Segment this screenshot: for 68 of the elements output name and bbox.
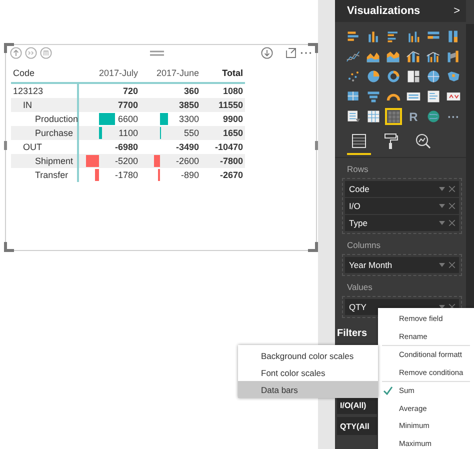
row-header: Transfer bbox=[35, 170, 68, 180]
table-cell: 720 bbox=[122, 86, 138, 96]
data-bar bbox=[99, 127, 102, 139]
table-cell: 3300 bbox=[178, 114, 199, 124]
table-cell: 1650 bbox=[222, 128, 243, 138]
data-bar bbox=[154, 155, 160, 167]
visual-type-button[interactable]: R bbox=[405, 108, 422, 125]
table-cell: 11550 bbox=[218, 100, 243, 110]
table-cell: 360 bbox=[184, 86, 199, 96]
column-header[interactable]: Code bbox=[11, 64, 79, 82]
row-header: OUT bbox=[23, 142, 42, 152]
column-header[interactable]: 2017-July bbox=[79, 64, 140, 82]
row-header: Shipment bbox=[35, 156, 74, 166]
resize-handle[interactable] bbox=[4, 242, 14, 252]
section-label: Values bbox=[346, 281, 374, 294]
menu-item[interactable]: Background color scales bbox=[238, 347, 378, 364]
data-bar bbox=[86, 155, 99, 167]
table-cell: -3490 bbox=[176, 142, 199, 152]
section-label: Rows bbox=[346, 163, 370, 176]
field-label: QTY bbox=[349, 302, 368, 312]
field-label: Year Month bbox=[349, 260, 394, 270]
table-cell: 3850 bbox=[178, 100, 199, 110]
download-icon[interactable] bbox=[261, 47, 273, 59]
table-cell: 9900 bbox=[222, 114, 243, 124]
table-cell: -1780 bbox=[114, 170, 138, 180]
resize-handle[interactable] bbox=[315, 141, 318, 150]
drill-up-icon[interactable] bbox=[10, 47, 22, 59]
table-cell: 1080 bbox=[222, 86, 243, 96]
table-cell: -7800 bbox=[220, 156, 243, 166]
resize-handle[interactable] bbox=[4, 141, 7, 150]
table-cell: -2600 bbox=[176, 156, 199, 166]
row-header: Purchase bbox=[35, 128, 74, 138]
analytics-icon bbox=[415, 133, 431, 149]
resize-handle[interactable] bbox=[4, 43, 14, 53]
row-header: IN bbox=[23, 100, 32, 110]
table-cell: 1100 bbox=[118, 128, 138, 138]
collapse-button[interactable]: > bbox=[454, 5, 460, 17]
column-header[interactable]: 2017-June bbox=[140, 64, 201, 82]
fields-icon bbox=[351, 133, 367, 149]
row-header: Production bbox=[35, 114, 78, 124]
field-label: Type bbox=[349, 218, 368, 228]
section-label: Columns bbox=[346, 239, 382, 252]
table-cell: 6600 bbox=[118, 114, 138, 124]
table-cell: -5200 bbox=[114, 156, 138, 166]
visual-type-button[interactable]: ··· bbox=[445, 108, 462, 125]
data-bar bbox=[160, 113, 168, 125]
field-label: Code bbox=[349, 184, 370, 194]
focus-mode-icon[interactable] bbox=[285, 47, 297, 59]
data-bar bbox=[94, 169, 99, 181]
drag-handle-icon[interactable] bbox=[150, 50, 164, 56]
section-title: Filters bbox=[337, 328, 368, 339]
table-cell: 550 bbox=[184, 128, 199, 138]
filter-well[interactable]: QTY(All bbox=[337, 417, 377, 435]
menu-item[interactable]: Data bars bbox=[238, 381, 378, 398]
table-cell: 7700 bbox=[118, 100, 138, 110]
table-cell: -890 bbox=[180, 170, 199, 180]
column-header[interactable]: Total bbox=[201, 64, 245, 82]
row-header: 123123 bbox=[13, 86, 44, 96]
pane-tab[interactable] bbox=[347, 133, 371, 155]
pane-title: Visualizations bbox=[347, 5, 420, 17]
table-cell: -6980 bbox=[114, 142, 138, 152]
menu-item[interactable]: Font color scales bbox=[238, 364, 378, 381]
data-bar bbox=[158, 169, 160, 181]
table-cell: -10470 bbox=[214, 142, 243, 152]
data-bar bbox=[99, 113, 115, 125]
table-cell: -2670 bbox=[220, 170, 243, 180]
field-label: I/O bbox=[349, 201, 362, 211]
paint-roller-icon bbox=[383, 133, 399, 149]
